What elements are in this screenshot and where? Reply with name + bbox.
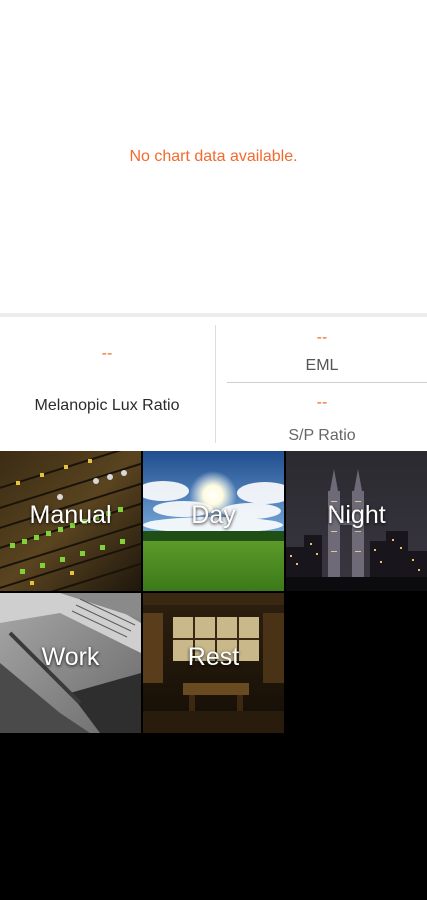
sp-ratio-value: -- [316, 394, 328, 411]
scene-label-rest: Rest [187, 643, 240, 671]
no-chart-data-message: No chart data available. [129, 148, 298, 165]
scene-tile-manual[interactable]: Manual [0, 451, 141, 591]
scene-grid: Manual Day Night Work Rest [0, 451, 427, 900]
scene-tile-rest[interactable]: Rest [143, 593, 284, 733]
chart-area: No chart data available. [0, 0, 427, 313]
sp-ratio-label: S/P Ratio [288, 427, 356, 444]
scene-label-night: Night [327, 501, 386, 529]
eml-sp-metrics: -- EML -- S/P Ratio [217, 317, 427, 451]
melanopic-lux-ratio-metric: -- Melanopic Lux Ratio [0, 317, 214, 451]
scene-label-manual: Manual [29, 501, 112, 529]
metrics-vertical-divider [215, 325, 216, 443]
scene-label-work: Work [41, 643, 100, 671]
eml-value: -- [316, 329, 328, 346]
metrics-panel: -- Melanopic Lux Ratio -- EML -- S/P Rat… [0, 317, 427, 451]
scene-tile-night[interactable]: Night [286, 451, 427, 591]
scene-label-day: Day [191, 501, 236, 529]
melanopic-lux-ratio-label: Melanopic Lux Ratio [34, 397, 180, 414]
melanopic-lux-ratio-value: -- [101, 345, 113, 362]
scene-tile-work[interactable]: Work [0, 593, 141, 733]
metrics-horizontal-divider [227, 382, 427, 383]
eml-label: EML [305, 357, 339, 374]
scene-tile-day[interactable]: Day [143, 451, 284, 591]
